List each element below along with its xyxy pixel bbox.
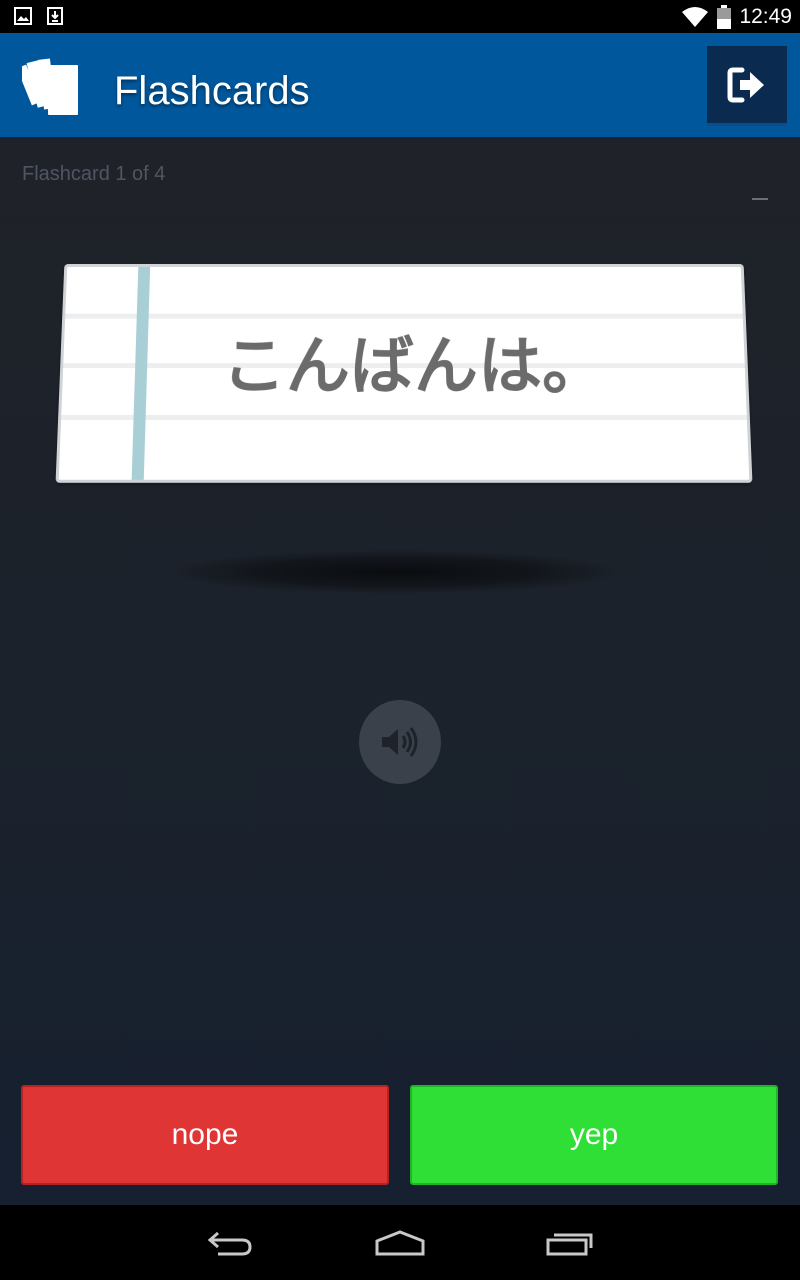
card-rule-line <box>61 414 747 421</box>
card-shadow <box>170 550 620 594</box>
nope-button[interactable]: nope <box>21 1085 389 1185</box>
home-button[interactable] <box>370 1225 430 1261</box>
play-audio-button[interactable] <box>359 700 441 784</box>
navigation-bar <box>0 1205 800 1280</box>
app-title: Flashcards <box>114 69 310 113</box>
image-icon <box>14 7 32 25</box>
yep-button[interactable]: yep <box>410 1085 778 1185</box>
exit-button[interactable] <box>707 46 787 126</box>
content-area: Flashcard 1 of 4 こんばんは。 nope yep <box>0 140 800 1205</box>
flashcard-text: こんばんは。 <box>221 330 607 404</box>
home-icon <box>375 1230 425 1256</box>
battery-icon <box>717 5 732 29</box>
divider-mark <box>752 198 768 200</box>
flashcard[interactable]: こんばんは。 <box>55 263 753 483</box>
flashcard-counter: Flashcard 1 of 4 <box>22 163 166 185</box>
speaker-icon <box>382 727 418 757</box>
app-bar: Flashcards <box>0 33 800 140</box>
download-icon <box>47 7 63 25</box>
status-bar: 12:49 <box>0 0 800 33</box>
back-button[interactable] <box>200 1225 260 1261</box>
card-rule-line <box>65 313 743 319</box>
status-clock: 12:49 <box>739 5 792 28</box>
wifi-icon <box>682 7 709 27</box>
recents-icon <box>546 1233 593 1256</box>
exit-icon <box>727 67 764 102</box>
flashcards-logo-icon <box>22 58 78 115</box>
recents-button[interactable] <box>540 1225 600 1261</box>
back-icon <box>207 1231 252 1256</box>
